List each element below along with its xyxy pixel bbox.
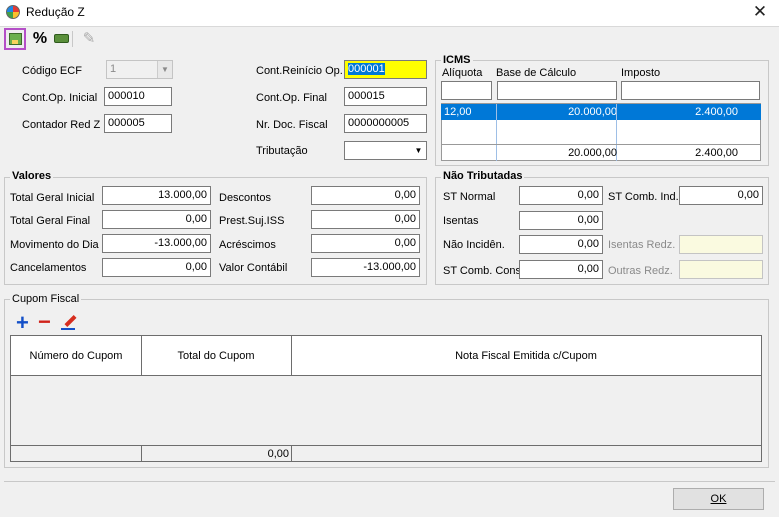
- nao-tributadas-title: Não Tributadas: [441, 170, 525, 182]
- outras-redz-input[interactable]: [679, 260, 763, 279]
- descontos-input[interactable]: 0,00: [311, 186, 420, 205]
- cancelamentos-label: Cancelamentos: [10, 262, 87, 274]
- icms-row-base: 20.000,00: [568, 106, 617, 118]
- chevron-down-icon[interactable]: ▼: [411, 142, 426, 159]
- cancelamentos-input[interactable]: 0,00: [102, 258, 211, 277]
- nr-doc-fiscal-input[interactable]: 0000000005: [344, 114, 427, 133]
- toolbar-divider: [0, 26, 779, 27]
- outras-redz-label: Outras Redz.: [608, 265, 673, 277]
- valores-title: Valores: [10, 170, 54, 182]
- prest-iss-label: Prest.Suj.ISS: [219, 215, 285, 227]
- imposto-label: Imposto: [621, 67, 661, 79]
- cupom-table-footer: 0,00: [11, 445, 761, 461]
- base-calculo-label: Base de Cálculo: [496, 67, 577, 79]
- isentas-label: Isentas: [443, 215, 479, 227]
- cont-reinicio-input[interactable]: 000001: [344, 60, 427, 79]
- total-geral-final-input[interactable]: 0,00: [102, 210, 211, 229]
- minus-icon[interactable]: −: [38, 311, 51, 333]
- money-icon: [54, 34, 69, 43]
- prest-iss-input[interactable]: 0,00: [311, 210, 420, 229]
- base-calculo-input[interactable]: [497, 81, 617, 100]
- total-geral-inicial-label: Total Geral Inicial: [10, 192, 95, 204]
- cont-op-final-input[interactable]: 000015: [344, 87, 427, 106]
- contador-red-z-label: Contador Red Z: [22, 119, 101, 131]
- footer-divider: [4, 481, 775, 482]
- contador-red-z-input[interactable]: 000005: [104, 114, 172, 133]
- total-geral-final-label: Total Geral Final: [10, 215, 91, 227]
- column-divider: [141, 336, 142, 376]
- pencil-icon: ✎: [82, 30, 96, 47]
- isentas-redz-label: Isentas Redz.: [608, 239, 676, 251]
- codigo-ecf-label: Código ECF: [22, 65, 82, 77]
- imposto-input[interactable]: [621, 81, 760, 100]
- column-divider: [141, 446, 142, 461]
- col-numero-cupom[interactable]: Número do Cupom: [11, 350, 141, 362]
- st-comb-cons-input[interactable]: 0,00: [519, 260, 603, 279]
- codigo-ecf-select[interactable]: 1 ▼: [106, 60, 173, 79]
- icms-row-imposto: 2.400,00: [695, 106, 738, 118]
- codigo-ecf-value: 1: [110, 63, 117, 75]
- st-comb-ind-label: ST Comb. Ind.: [608, 191, 679, 203]
- ok-button[interactable]: OK: [673, 488, 764, 510]
- cupom-total: 0,00: [267, 448, 289, 460]
- save-button[interactable]: [4, 28, 26, 50]
- icms-total-base: 20.000,00: [568, 147, 617, 159]
- valor-contabil-input[interactable]: -13.000,00: [311, 258, 420, 277]
- title-bar: [0, 0, 779, 26]
- column-divider: [291, 336, 292, 376]
- col-total-cupom[interactable]: Total do Cupom: [142, 350, 290, 362]
- cont-op-final-label: Cont.Op. Final: [256, 92, 327, 104]
- nao-incid-input[interactable]: 0,00: [519, 235, 603, 254]
- valor-contabil-label: Valor Contábil: [219, 262, 288, 274]
- aliquota-label: Alíquota: [442, 67, 483, 79]
- isentas-redz-input[interactable]: [679, 235, 763, 254]
- st-normal-label: ST Normal: [443, 191, 496, 203]
- save-icon: [9, 33, 22, 45]
- icms-totals: 20.000,00 2.400,00: [441, 144, 761, 161]
- cont-op-inicial-input[interactable]: 000010: [104, 87, 172, 106]
- movimento-dia-input[interactable]: -13.000,00: [102, 234, 211, 253]
- edit-button[interactable]: ✎: [78, 28, 100, 50]
- tributacao-select[interactable]: ▼: [344, 141, 427, 160]
- plus-icon[interactable]: +: [16, 312, 29, 334]
- column-divider: [291, 446, 292, 461]
- icms-row[interactable]: 12,00 20.000,00 2.400,00: [441, 104, 761, 120]
- col-nota-fiscal[interactable]: Nota Fiscal Emitida c/Cupom: [292, 350, 760, 362]
- nr-doc-fiscal-label: Nr. Doc. Fiscal: [256, 119, 328, 131]
- app-icon: [6, 5, 20, 19]
- icms-total-imposto: 2.400,00: [695, 147, 738, 159]
- cupom-table-header: Número do Cupom Total do Cupom Nota Fisc…: [11, 336, 761, 376]
- window-title: Redução Z: [26, 5, 85, 19]
- pencil-icon[interactable]: [61, 314, 77, 330]
- close-icon[interactable]: ✕: [745, 1, 775, 23]
- descontos-label: Descontos: [219, 192, 271, 204]
- cont-op-inicial-label: Cont.Op. Inicial: [22, 92, 98, 104]
- nao-incid-label: Não Incidên.: [443, 239, 505, 251]
- icms-row-aliquota: 12,00: [444, 106, 472, 118]
- cupom-fiscal-title: Cupom Fiscal: [10, 293, 82, 305]
- st-comb-ind-input[interactable]: 0,00: [679, 186, 763, 205]
- st-comb-cons-label: ST Comb. Cons: [443, 265, 522, 277]
- aliquota-input[interactable]: [441, 81, 492, 100]
- movimento-dia-label: Movimento do Dia: [10, 239, 99, 251]
- cont-reinicio-value: 000001: [348, 63, 385, 75]
- acrescimos-input[interactable]: 0,00: [311, 234, 420, 253]
- percent-button[interactable]: %: [29, 28, 51, 50]
- chevron-down-icon[interactable]: ▼: [157, 61, 172, 78]
- isentas-input[interactable]: 0,00: [519, 211, 603, 230]
- icms-title: ICMS: [441, 54, 473, 66]
- acrescimos-label: Acréscimos: [219, 239, 276, 251]
- toolbar-separator: [72, 31, 73, 47]
- st-normal-input[interactable]: 0,00: [519, 186, 603, 205]
- tributacao-label: Tributação: [256, 145, 308, 157]
- total-geral-inicial-input[interactable]: 13.000,00: [102, 186, 211, 205]
- money-button[interactable]: [51, 28, 73, 50]
- cont-reinicio-label: Cont.Reinício Op.: [256, 65, 343, 77]
